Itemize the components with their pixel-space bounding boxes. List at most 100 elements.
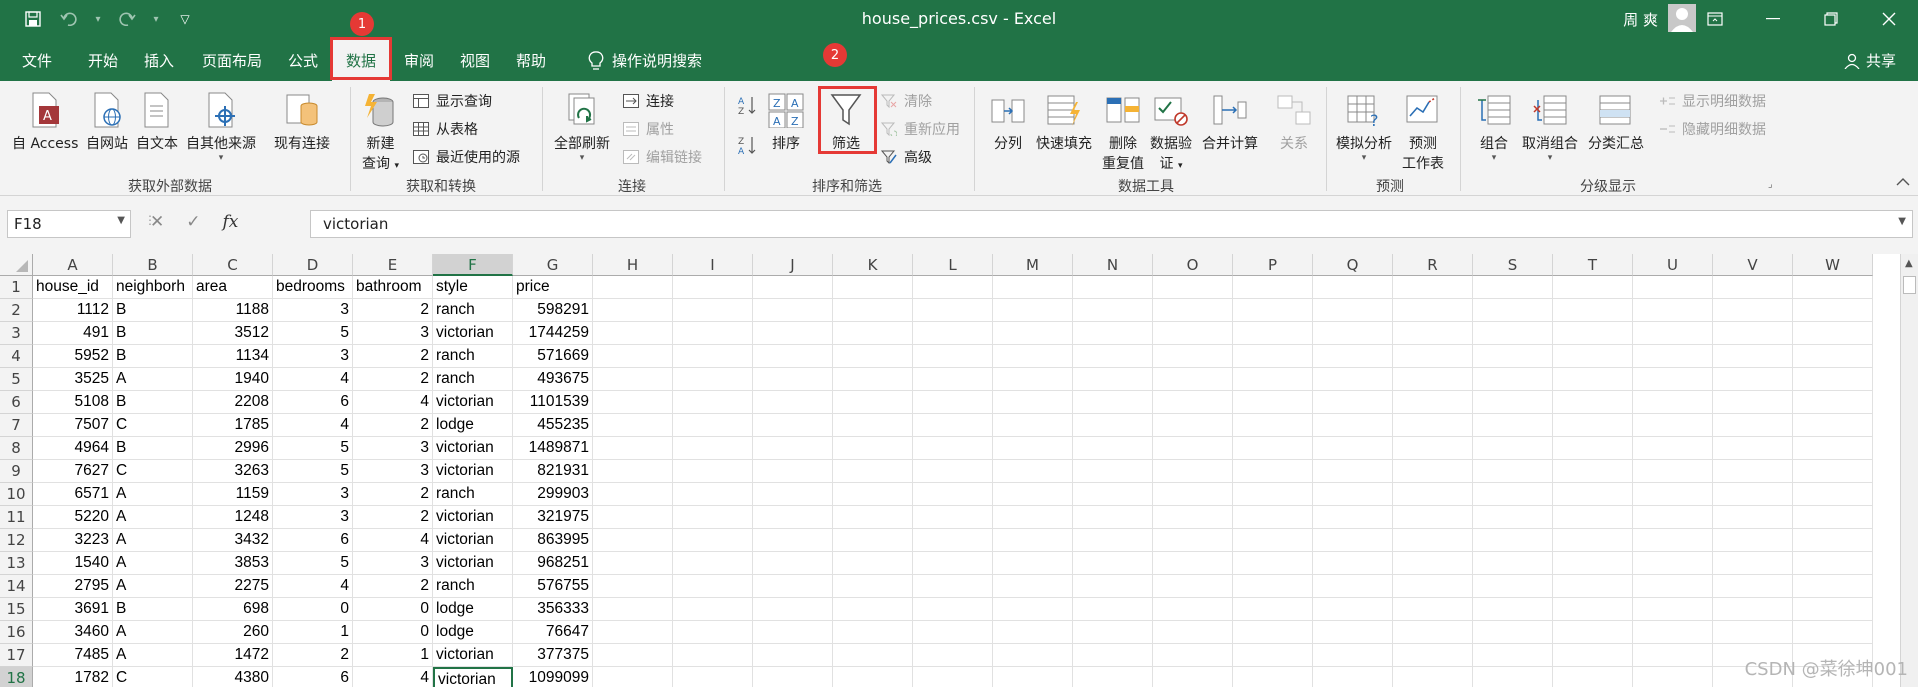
empty-cell[interactable] xyxy=(1793,506,1873,529)
empty-cell[interactable] xyxy=(1073,299,1153,322)
empty-cell[interactable] xyxy=(1793,322,1873,345)
table-cell[interactable]: 6 xyxy=(273,667,353,687)
empty-cell[interactable] xyxy=(1153,368,1233,391)
empty-cell[interactable] xyxy=(913,437,993,460)
empty-cell[interactable] xyxy=(1073,322,1153,345)
tab-help[interactable]: 帮助 xyxy=(516,50,546,71)
empty-cell[interactable] xyxy=(1313,529,1393,552)
table-cell[interactable]: 4 xyxy=(353,391,433,414)
row-header[interactable]: 6 xyxy=(0,391,33,414)
table-cell[interactable]: 260 xyxy=(193,621,273,644)
empty-cell[interactable] xyxy=(593,391,673,414)
empty-cell[interactable] xyxy=(1073,575,1153,598)
table-cell[interactable]: victorian xyxy=(433,437,513,460)
empty-cell[interactable] xyxy=(753,644,833,667)
empty-cell[interactable] xyxy=(1313,575,1393,598)
empty-cell[interactable] xyxy=(1713,345,1793,368)
column-header-h[interactable]: H xyxy=(593,254,673,276)
table-cell[interactable]: 2 xyxy=(353,483,433,506)
row-header[interactable]: 12 xyxy=(0,529,33,552)
empty-cell[interactable] xyxy=(1793,391,1873,414)
table-cell[interactable]: ranch xyxy=(433,368,513,391)
empty-cell[interactable] xyxy=(1473,644,1553,667)
empty-cell[interactable] xyxy=(1153,391,1233,414)
empty-cell[interactable] xyxy=(1153,667,1233,687)
select-all-corner[interactable] xyxy=(0,254,33,276)
empty-cell[interactable] xyxy=(1473,414,1553,437)
empty-cell[interactable] xyxy=(1553,529,1633,552)
empty-cell[interactable] xyxy=(1153,506,1233,529)
empty-cell[interactable] xyxy=(993,575,1073,598)
empty-cell[interactable] xyxy=(673,437,753,460)
table-cell[interactable]: 455235 xyxy=(513,414,593,437)
empty-cell[interactable] xyxy=(1553,299,1633,322)
table-cell[interactable]: 5 xyxy=(273,552,353,575)
empty-cell[interactable] xyxy=(1553,460,1633,483)
table-cell[interactable]: 2 xyxy=(353,299,433,322)
group-button[interactable]: 组合 ▾ xyxy=(1476,91,1512,163)
empty-cell[interactable] xyxy=(1473,621,1553,644)
hide-detail-button[interactable]: 隐藏明细数据 xyxy=(1658,119,1766,139)
empty-cell[interactable] xyxy=(833,276,913,299)
empty-cell[interactable] xyxy=(1793,483,1873,506)
empty-cell[interactable] xyxy=(1393,667,1473,687)
table-cell[interactable]: 3 xyxy=(273,345,353,368)
table-cell[interactable]: 1489871 xyxy=(513,437,593,460)
empty-cell[interactable] xyxy=(593,460,673,483)
from-access-button[interactable]: A 自 Access xyxy=(12,91,78,153)
empty-cell[interactable] xyxy=(913,621,993,644)
empty-cell[interactable] xyxy=(1313,483,1393,506)
empty-cell[interactable] xyxy=(1153,644,1233,667)
outline-dialog-launcher-icon[interactable]: ⌟ xyxy=(1768,179,1773,190)
table-cell[interactable]: 6 xyxy=(273,529,353,552)
table-cell[interactable]: 1112 xyxy=(33,299,113,322)
empty-cell[interactable] xyxy=(1233,506,1313,529)
empty-cell[interactable] xyxy=(833,437,913,460)
empty-cell[interactable] xyxy=(753,506,833,529)
table-cell[interactable]: lodge xyxy=(433,414,513,437)
empty-cell[interactable] xyxy=(993,276,1073,299)
empty-cell[interactable] xyxy=(1393,483,1473,506)
table-cell[interactable]: victorian xyxy=(433,391,513,414)
empty-cell[interactable] xyxy=(593,529,673,552)
empty-cell[interactable] xyxy=(1073,391,1153,414)
tab-insert[interactable]: 插入 xyxy=(144,50,174,71)
empty-cell[interactable] xyxy=(593,483,673,506)
empty-cell[interactable] xyxy=(993,460,1073,483)
column-header-w[interactable]: W xyxy=(1793,254,1873,276)
empty-cell[interactable] xyxy=(1393,575,1473,598)
table-cell[interactable]: 3525 xyxy=(33,368,113,391)
from-other-sources-button[interactable]: 自其他来源 ▾ xyxy=(186,91,256,163)
table-cell[interactable]: 4 xyxy=(353,529,433,552)
table-cell[interactable]: 2 xyxy=(353,368,433,391)
table-cell[interactable]: 5108 xyxy=(33,391,113,414)
empty-cell[interactable] xyxy=(993,552,1073,575)
empty-cell[interactable] xyxy=(1313,391,1393,414)
table-cell[interactable]: ranch xyxy=(433,345,513,368)
table-cell[interactable]: 4 xyxy=(273,368,353,391)
empty-cell[interactable] xyxy=(1233,552,1313,575)
column-header-k[interactable]: K xyxy=(833,254,913,276)
table-cell[interactable]: 0 xyxy=(353,598,433,621)
table-cell[interactable]: 2 xyxy=(353,345,433,368)
column-header-c[interactable]: C xyxy=(193,254,273,276)
table-cell[interactable]: 2 xyxy=(273,644,353,667)
empty-cell[interactable] xyxy=(833,506,913,529)
table-cell[interactable]: 377375 xyxy=(513,644,593,667)
table-cell[interactable]: 3223 xyxy=(33,529,113,552)
empty-cell[interactable] xyxy=(1153,414,1233,437)
table-cell[interactable]: lodge xyxy=(433,598,513,621)
what-if-analysis-button[interactable]: ? 模拟分析 ▾ xyxy=(1336,91,1392,163)
empty-cell[interactable] xyxy=(1553,345,1633,368)
empty-cell[interactable] xyxy=(753,276,833,299)
table-cell[interactable]: 3512 xyxy=(193,322,273,345)
header-cell[interactable]: style xyxy=(433,276,513,299)
empty-cell[interactable] xyxy=(1073,276,1153,299)
empty-cell[interactable] xyxy=(1473,322,1553,345)
empty-cell[interactable] xyxy=(1553,552,1633,575)
empty-cell[interactable] xyxy=(1553,598,1633,621)
table-cell[interactable]: B xyxy=(113,322,193,345)
scroll-up-icon[interactable]: ▲ xyxy=(1905,258,1913,269)
table-cell[interactable]: 1 xyxy=(353,644,433,667)
table-cell[interactable]: 598291 xyxy=(513,299,593,322)
